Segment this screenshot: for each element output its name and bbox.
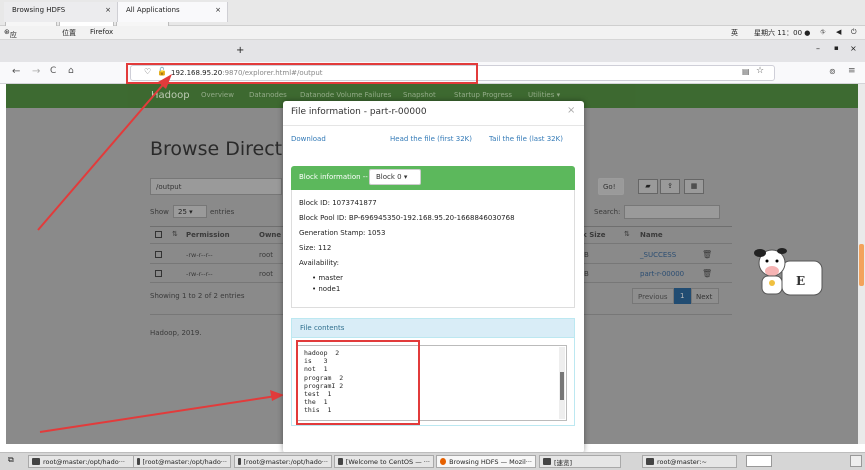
block-id: Block ID: 1073741877	[299, 199, 377, 207]
availability-label: Availability:	[299, 259, 340, 267]
taskbar-item-label: [速览]	[554, 458, 573, 467]
taskbar-item[interactable]: [root@master:/opt/hado···	[133, 455, 231, 468]
cow-sticker-image: E	[752, 243, 824, 301]
page-scroll-thumb[interactable]	[859, 244, 864, 286]
head-file-link[interactable]: Head the file (first 32K)	[390, 135, 472, 143]
highlight-box-file	[296, 340, 420, 425]
tail-file-link[interactable]: Tail the file (last 32K)	[489, 135, 563, 143]
arrow-head	[270, 390, 284, 401]
terminal-icon	[338, 458, 343, 465]
textarea-scroll-thumb[interactable]	[560, 372, 564, 400]
terminal-icon	[238, 458, 241, 465]
arrow-to-file	[39, 395, 277, 433]
arrow-to-url	[37, 79, 168, 231]
taskbar-item-label: [root@master:/opt/hado···	[142, 457, 228, 466]
terminal-icon	[543, 458, 551, 465]
taskbar-item-label: [Welcome to CentOS — ···	[345, 457, 430, 466]
modal-title: File information - part-r-00000	[291, 107, 427, 117]
tray-icon[interactable]	[850, 455, 862, 467]
firefox-icon	[440, 458, 447, 465]
taskbar-item[interactable]: Browsing HDFS — Mozil···	[436, 455, 536, 468]
terminal-icon	[137, 458, 140, 465]
svg-text:E: E	[796, 274, 805, 288]
block-pool-id: Block Pool ID: BP-696945350-192.168.95.2…	[299, 214, 515, 222]
terminal-icon	[646, 458, 654, 465]
terminal-icon	[32, 458, 40, 465]
taskbar-item[interactable]: [root@master:/opt/hado···	[234, 455, 332, 468]
availability-item: • master	[312, 274, 344, 282]
show-desktop-icon[interactable]: ⧉	[8, 455, 14, 465]
taskbar-item[interactable]: [Welcome to CentOS — ···	[334, 455, 434, 468]
taskbar-item-label: root@master:~	[657, 457, 707, 466]
taskbar-item[interactable]: root@master:~	[642, 455, 737, 468]
taskbar-item-label: root@master:/opt/hado···	[43, 457, 125, 466]
taskbar-item[interactable]: root@master:/opt/hado···	[28, 455, 138, 468]
workspace-switcher[interactable]	[746, 455, 772, 467]
taskbar-item[interactable]: [速览]	[539, 455, 621, 468]
block-info-header: Block information --	[291, 166, 575, 190]
cow-sticker-svg: E	[754, 248, 823, 296]
taskbar-item-label: [root@master:/opt/hado···	[243, 457, 329, 466]
chevron-down-icon: ▾	[403, 173, 408, 181]
generation-stamp: Generation Stamp: 1053	[299, 229, 386, 237]
modal-close-icon[interactable]: ×	[567, 105, 575, 116]
file-contents-header: File contents	[291, 318, 575, 338]
taskbar-item-label: Browsing HDFS — Mozil···	[449, 457, 532, 466]
block-select[interactable]: Block 0 ▾	[369, 169, 421, 185]
block-size: Size: 112	[299, 244, 332, 252]
download-link[interactable]: Download	[291, 135, 326, 143]
availability-item: • node1	[312, 285, 341, 293]
